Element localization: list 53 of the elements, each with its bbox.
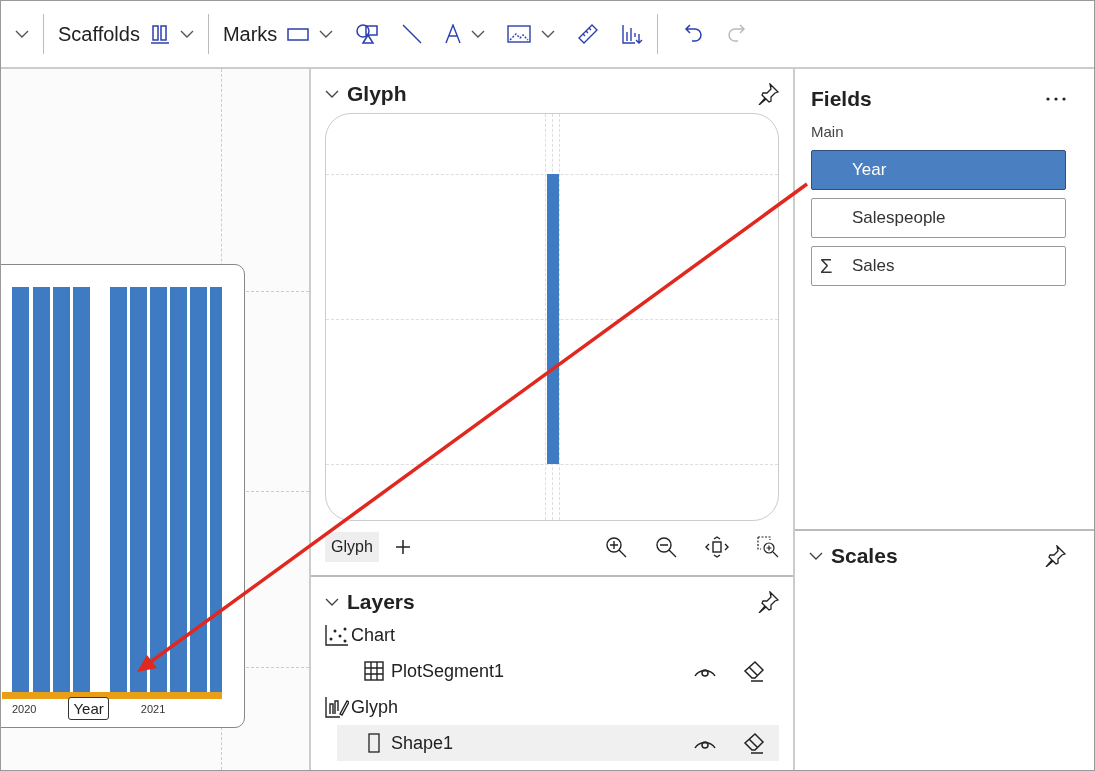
rectangle-icon[interactable] (287, 26, 310, 42)
zoom-out-icon[interactable] (655, 536, 677, 558)
text-icon[interactable] (445, 24, 462, 44)
layer-name: PlotSegment1 (391, 660, 505, 682)
pin-icon[interactable] (1044, 545, 1066, 567)
chevron-down-icon[interactable] (325, 89, 339, 99)
zoom-in-icon[interactable] (605, 536, 627, 558)
panel-title: Layers (347, 590, 415, 614)
field-item[interactable]: Σ Sales (811, 246, 1066, 286)
more-icon[interactable] (1046, 97, 1066, 101)
shapes-icon[interactable] (355, 23, 380, 45)
chart-legend-icon[interactable] (621, 23, 644, 45)
layer-name: Shape1 (391, 732, 454, 754)
layer-name[interactable]: Chart (351, 624, 395, 646)
group-label: Main (811, 123, 845, 140)
layer-name[interactable]: Glyph (351, 696, 399, 718)
axis-label: 2020 (12, 702, 37, 715)
chart-card[interactable]: 2020 Year 2021 (1, 264, 245, 728)
scatter-chart-icon (325, 624, 349, 646)
axis-title[interactable]: Year (68, 697, 109, 720)
chevron-down-icon[interactable] (541, 29, 556, 39)
scaffolds-label: Scaffolds (58, 22, 140, 46)
eraser-icon[interactable] (743, 732, 765, 754)
add-icon[interactable] (394, 539, 411, 555)
chart-pen-icon (325, 696, 349, 718)
image-icon[interactable] (507, 24, 532, 44)
marks-label: Marks (222, 22, 278, 46)
zoom-to-area-icon[interactable] (757, 536, 779, 558)
glyph-tab[interactable]: Glyph (325, 532, 379, 562)
pin-icon[interactable] (757, 591, 779, 613)
glyph-canvas[interactable] (325, 113, 779, 521)
axis-label: 2021 (140, 702, 166, 715)
grid-icon (363, 660, 385, 682)
chevron-down-icon[interactable] (15, 29, 29, 39)
layer-item[interactable]: PlotSegment1 (337, 653, 779, 689)
panel-title: Fields (811, 87, 872, 111)
panel-title: Scales (831, 544, 898, 568)
columns-icon[interactable] (149, 24, 170, 44)
fit-icon[interactable] (705, 536, 729, 558)
chevron-down-icon[interactable] (809, 551, 823, 561)
panel-title: Glyph (347, 82, 407, 106)
line-icon[interactable] (401, 23, 424, 45)
field-item[interactable]: Salespeople (811, 198, 1066, 238)
undo-icon[interactable] (684, 23, 705, 45)
chevron-down-icon[interactable] (319, 29, 334, 39)
chevron-down-icon[interactable] (179, 29, 194, 39)
field-item[interactable]: Year (811, 150, 1066, 190)
ruler-icon[interactable] (577, 23, 600, 45)
layer-item[interactable]: Shape1 (337, 725, 779, 761)
pin-icon[interactable] (757, 83, 779, 105)
chevron-down-icon[interactable] (471, 29, 486, 39)
chevron-down-icon[interactable] (325, 597, 339, 607)
eraser-icon[interactable] (743, 660, 765, 682)
